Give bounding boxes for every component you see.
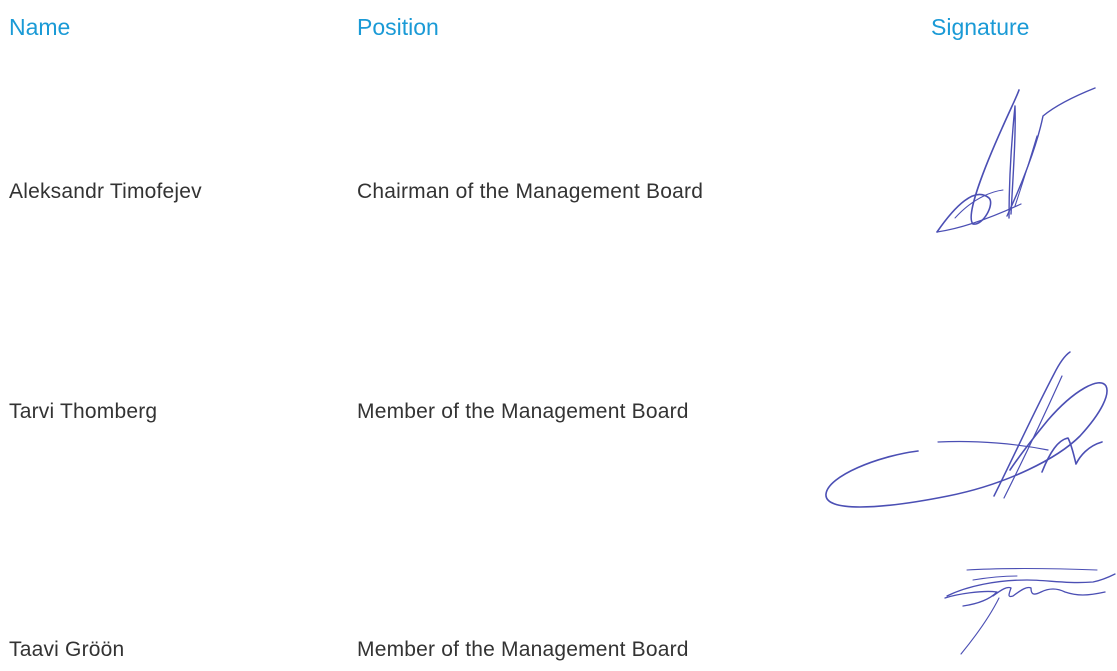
name-column-header: Name: [9, 14, 71, 40]
signature-image: [936, 87, 1096, 233]
member-name: Taavi Gröön: [9, 638, 125, 661]
signature-image: [944, 567, 1116, 655]
member-position: Member of the Management Board: [357, 638, 689, 661]
signature-image: [825, 351, 1108, 508]
member-position: Chairman of the Management Board: [357, 180, 704, 203]
signature-column-header: Signature: [931, 14, 1030, 40]
member-name: Tarvi Thomberg: [9, 400, 158, 423]
member-name: Aleksandr Timofejev: [9, 180, 202, 203]
position-column-header: Position: [357, 14, 439, 40]
member-position: Member of the Management Board: [357, 400, 689, 423]
